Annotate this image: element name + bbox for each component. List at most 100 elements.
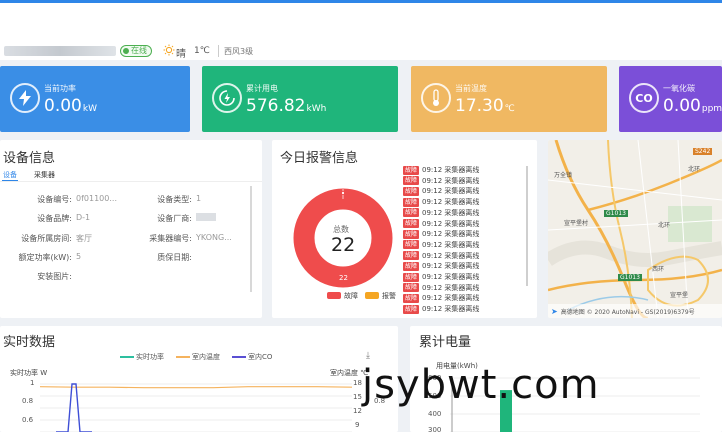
legend-item-temperature[interactable]: 室内温度 [176, 352, 220, 362]
left-tick: 0.8 [22, 397, 34, 405]
alarm-text: 09:12 采集器离线 [422, 230, 480, 239]
card-carbon-monoxide: CO 一氧化碳 0.00ppm [619, 66, 722, 132]
alarm-fault-tag: 故障 [403, 197, 420, 207]
left-tick: 1 [30, 379, 35, 387]
card-total-energy: 累计用电 576.82kWh [202, 66, 398, 132]
card-temperature: 当前温度 17.30℃ [411, 66, 607, 132]
scrollbar[interactable] [250, 186, 252, 292]
energy-panel-title: 累计电量 [419, 335, 472, 350]
map-panel[interactable]: S242 万全镇 北环 G1013 北环 宣平堡村 G1013 西环 宣平堡 ➤… [548, 140, 722, 318]
alarm-item[interactable]: 故障 09:12 采集器离线 [403, 283, 479, 293]
online-status-badge: 在线 [120, 45, 152, 57]
alarm-fault-tag: 故障 [403, 229, 420, 239]
alarm-item[interactable]: 故障 09:12 采集器离线 [403, 176, 479, 186]
donut-ring-label: 22 [339, 274, 348, 282]
right-tick: 9 [355, 421, 360, 429]
alarm-item[interactable]: 故障 09:12 采集器离线 [403, 219, 479, 229]
alarm-text: 09:12 采集器离线 [422, 166, 480, 174]
legend-warning-swatch [365, 292, 379, 299]
weather-condition: 晴 [176, 49, 186, 60]
row-label: 设备厂商: [157, 214, 192, 223]
row-label: 设备品牌: [37, 214, 72, 223]
status-dot-icon [123, 48, 129, 54]
card-label: 一氧化碳 [663, 84, 695, 93]
download-icon[interactable]: ⤓ [366, 351, 370, 361]
alarm-text: 09:12 采集器离线 [422, 176, 480, 185]
alarm-fault-tag: 故障 [403, 219, 420, 228]
device-info-panel [0, 140, 262, 318]
row-label: 安装图片: [37, 272, 72, 281]
map-label-road: 西环 [652, 266, 665, 273]
row-value: D-1 [76, 213, 91, 222]
alarm-text: 09:12 采集器离线 [422, 273, 480, 281]
alarm-text: 09:12 采集器离线 [422, 240, 480, 249]
map-label-road: S242 [693, 148, 713, 155]
card-value: 576.82kWh [246, 96, 327, 116]
alarm-item[interactable]: 故障 09:12 采集器离线 [403, 229, 479, 239]
alarm-fault-tag: 故障 [403, 240, 420, 250]
map-attribution: ➤ 高德地图 © 2020 AutoNavi - GS(2019)6379号 [548, 304, 722, 318]
alarm-item[interactable]: 故障 09:12 采集器离线 [403, 165, 479, 175]
row-value: 客厅 [76, 234, 92, 243]
alarm-item[interactable]: 故障 09:12 采集器离线 [403, 197, 479, 207]
alarm-fault-tag: 故障 [403, 304, 420, 314]
tab-collector[interactable]: 采集器 [34, 170, 55, 180]
card-value: 0.00ppm [663, 96, 722, 116]
alarm-item[interactable]: 故障 09:12 采集器离线 [403, 186, 479, 196]
map-label-town: 万全镇 [554, 172, 573, 179]
alarm-fault-tag: 故障 [403, 293, 420, 303]
legend-item-power[interactable]: 实时功率 [120, 352, 164, 362]
alarm-item[interactable]: 故障 09:12 采集器离线 [403, 272, 479, 282]
alarm-item[interactable]: 故障 09:12 采集器离线 [403, 208, 479, 218]
online-label: 在线 [131, 46, 147, 55]
legend-fault-label: 故障 [344, 292, 358, 300]
legend-item-co[interactable]: 室内CO [232, 352, 272, 362]
tab-device[interactable]: 设备 [3, 170, 17, 180]
lightning-icon [10, 83, 40, 113]
legend-line-icon [120, 356, 134, 358]
map-label-road: 北环 [688, 166, 701, 173]
alarm-text: 09:12 采集器离线 [422, 208, 480, 217]
row-label: 设备类型: [157, 195, 192, 204]
alarm-text: 09:12 采集器离线 [422, 251, 480, 260]
alarm-fault-tag: 故障 [403, 283, 420, 293]
weather-wind: 西风3级 [224, 47, 254, 56]
alarm-list-scrollbar[interactable] [526, 166, 528, 286]
alarm-fault-tag: 故障 [403, 176, 420, 186]
left-axis-label: 实时功率 W [10, 369, 48, 377]
co-icon: CO [629, 83, 659, 113]
alarm-fault-tag: 故障 [403, 251, 420, 261]
watermark-text: jsybwt.com [362, 362, 600, 408]
alarm-text: 09:12 采集器离线 [422, 198, 480, 207]
sun-icon [163, 44, 175, 56]
alarm-fault-tag: 故障 [403, 186, 420, 196]
alarm-text: 09:12 采集器离线 [422, 305, 480, 314]
realtime-line-chart [40, 383, 352, 432]
alarm-item[interactable]: 故障 09:12 采集器离线 [403, 261, 479, 271]
map-label-highway: G1013 [618, 274, 642, 281]
alarm-text: 09:12 采集器离线 [422, 187, 480, 196]
row-label: 设备编号: [37, 195, 72, 204]
alarm-text: 09:12 采集器离线 [422, 262, 480, 271]
alarm-item[interactable]: 故障 09:12 采集器离线 [403, 240, 479, 250]
right-tick: 18 [353, 379, 362, 387]
row-value: 0f01100... [76, 194, 117, 203]
alarm-item[interactable]: 故障 09:12 采集器离线 [403, 293, 479, 303]
alarm-fault-tag: 故障 [403, 272, 420, 282]
alarm-item[interactable]: 故障 09:12 采集器离线 [403, 304, 479, 314]
alarm-fault-tag: 故障 [403, 165, 420, 175]
row-label: 设备所属房间: [21, 234, 72, 243]
weather-temperature: 1℃ [194, 46, 210, 56]
map-label-road: 北环 [658, 222, 671, 229]
map-label-highway: G1013 [604, 210, 628, 217]
alarm-item[interactable]: 故障 09:12 采集器离线 [403, 251, 479, 261]
energy-y-tick: 400 [428, 410, 442, 418]
legend-line-icon [176, 356, 190, 358]
row-label: 采集器编号: [149, 234, 192, 243]
map-label-district: 宣平堡 [670, 292, 689, 299]
map-label-village: 宣平堡村 [564, 220, 589, 227]
right-tick: 12 [353, 407, 362, 415]
alarm-panel-title: 今日报警信息 [280, 151, 359, 166]
left-tick: 0.6 [22, 416, 34, 424]
card-current-power: 当前功率 0.00kW [0, 66, 190, 132]
